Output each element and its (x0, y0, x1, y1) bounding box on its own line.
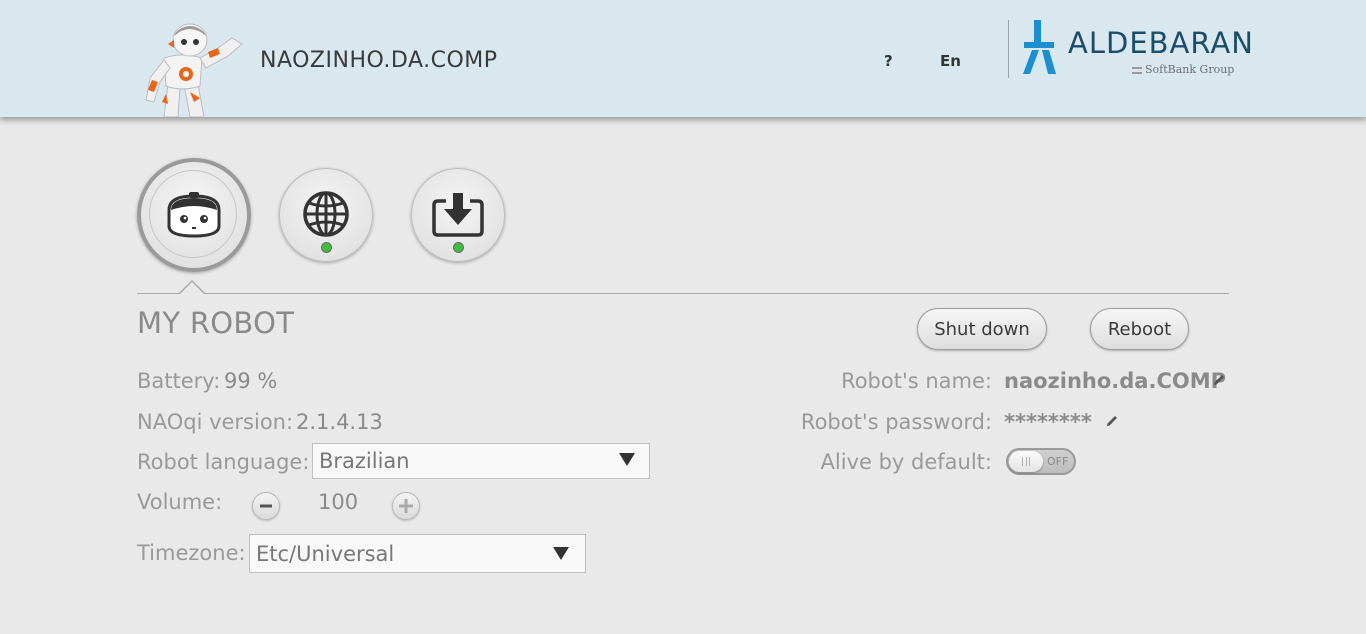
robot-name-value: naozinho.da.COMP (1004, 369, 1227, 393)
dropdown-arrow-icon (619, 453, 635, 466)
robot-name-header: NAOZINHO.DA.COMP (260, 48, 498, 73)
robot-language-value: Brazilian (319, 449, 410, 473)
section-pointer-fill (180, 282, 204, 294)
battery-value: 99 % (224, 369, 278, 393)
volume-decrease-button[interactable] (252, 492, 280, 520)
globe-icon (303, 191, 349, 237)
robot-language-label: Robot language: (137, 450, 310, 474)
robot-language-select[interactable]: Brazilian (312, 443, 650, 479)
naoqi-version-label: NAOqi version: (137, 410, 294, 434)
nav-my-robot[interactable] (137, 158, 251, 272)
shutdown-button[interactable]: Shut down (917, 308, 1047, 350)
softbank-mark-icon (1132, 66, 1142, 74)
section-divider (137, 293, 1229, 294)
nao-robot-image (145, 23, 243, 117)
page-title: MY ROBOT (137, 306, 295, 340)
aldebaran-logo-icon (1023, 20, 1056, 74)
minus-icon (253, 493, 279, 519)
robot-password-label: Robot's password: (800, 410, 992, 434)
volume-increase-button[interactable] (392, 492, 420, 520)
top-header: NAOZINHO.DA.COMP ? En ALDEBARAN SoftBank… (0, 0, 1366, 117)
nav-update[interactable] (411, 168, 505, 262)
edit-name-pencil-icon[interactable] (1212, 373, 1226, 387)
brand-subtitle-text: SoftBank Group (1145, 63, 1235, 76)
volume-label: Volume: (137, 490, 223, 514)
battery-label: Battery: (137, 369, 221, 393)
toggle-knob (1009, 451, 1043, 472)
download-icon (432, 193, 484, 237)
toggle-state-text: OFF (1047, 455, 1069, 468)
grip-icon (1022, 457, 1030, 466)
naoqi-version-value: 2.1.4.13 (296, 410, 383, 434)
header-divider (1008, 20, 1009, 78)
robot-password-value: ******** (1004, 410, 1092, 434)
update-status-indicator (453, 242, 464, 253)
volume-value: 100 (318, 490, 359, 514)
brand-name: ALDEBARAN (1068, 26, 1254, 60)
alive-by-default-label: Alive by default: (820, 450, 992, 474)
language-switch[interactable]: En (940, 52, 961, 70)
plus-icon (393, 493, 419, 519)
timezone-value: Etc/Universal (256, 542, 395, 566)
edit-password-pencil-icon[interactable] (1105, 414, 1119, 428)
nav-network[interactable] (279, 168, 373, 262)
network-status-indicator (321, 242, 332, 253)
alive-by-default-toggle[interactable]: OFF (1006, 448, 1076, 475)
robot-head-icon (167, 192, 221, 238)
robot-name-label: Robot's name: (841, 369, 992, 393)
reboot-button[interactable]: Reboot (1090, 308, 1189, 350)
timezone-label: Timezone: (137, 541, 246, 565)
dropdown-arrow-icon (553, 547, 569, 560)
help-link[interactable]: ? (884, 52, 893, 70)
timezone-select[interactable]: Etc/Universal (249, 534, 586, 573)
brand-subtitle: SoftBank Group (1132, 63, 1234, 76)
